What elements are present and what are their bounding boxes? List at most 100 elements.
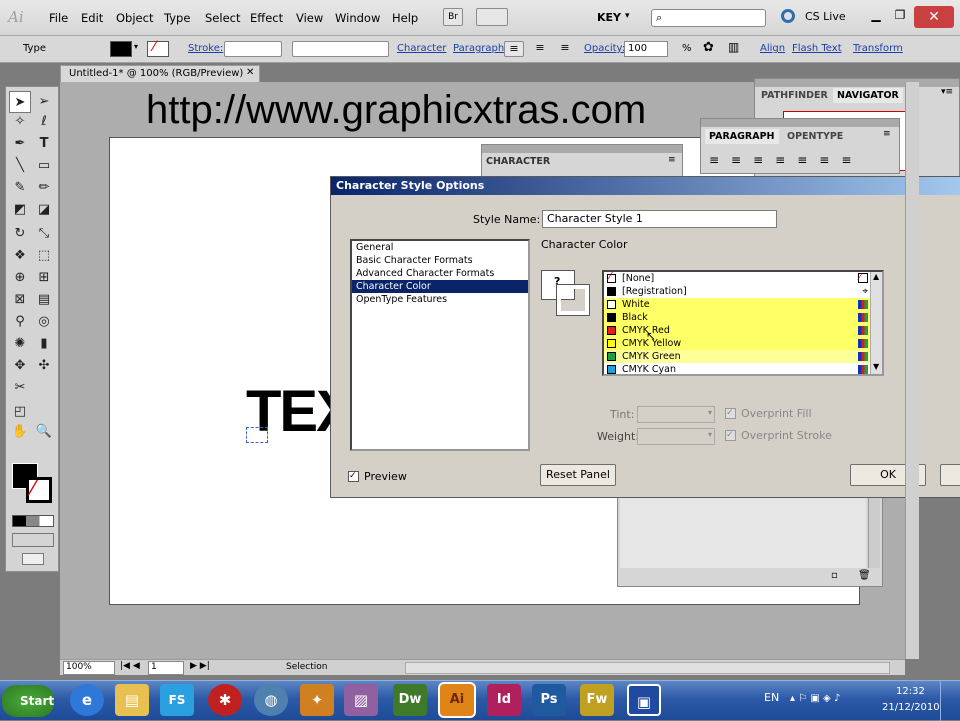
zoom-input[interactable]: 100% xyxy=(63,661,115,675)
swatch-item[interactable]: [Registration] ⌖ xyxy=(604,285,882,298)
menu-help[interactable]: Help xyxy=(392,11,418,25)
menu-effect[interactable]: Effect xyxy=(250,11,283,25)
tab-opentype[interactable]: OPENTYPE xyxy=(787,131,843,142)
app-fs-icon[interactable]: FS xyxy=(160,684,194,716)
category-advanced-character-formats[interactable]: Advanced Character Formats xyxy=(352,267,528,280)
stroke-swatch[interactable]: ⁄ xyxy=(147,39,169,57)
photo-viewer-icon[interactable]: ▨ xyxy=(344,684,378,716)
start-button[interactable]: Start xyxy=(2,685,54,717)
clock-time[interactable]: 12:32 xyxy=(896,686,925,697)
scroll-up-icon[interactable]: ▲ xyxy=(873,272,879,281)
paragraph-align-buttons[interactable]: ≡≡≡≡≡≡≡ xyxy=(709,153,897,169)
tint-input[interactable]: ▾ xyxy=(637,406,715,423)
close-icon[interactable]: ✕ xyxy=(246,67,254,78)
symbol-sprayer-tool-icon[interactable]: ✺ xyxy=(9,333,31,355)
photoshop-icon[interactable]: Ps xyxy=(532,684,566,716)
opacity-input[interactable]: 100 xyxy=(624,41,668,57)
tab-paragraph[interactable]: PARAGRAPH xyxy=(705,129,779,144)
menu-select[interactable]: Select xyxy=(205,11,240,25)
panel-drag-bar[interactable] xyxy=(482,145,682,153)
blob-brush-tool-icon[interactable]: ◩ xyxy=(9,199,31,221)
panel-drag-bar[interactable] xyxy=(755,79,959,87)
language-indicator[interactable]: EN xyxy=(764,691,779,704)
category-general[interactable]: General xyxy=(352,241,528,254)
tab-character[interactable]: CHARACTER xyxy=(486,156,550,167)
swatch-list-scrollbar[interactable]: ▲ ▼ xyxy=(870,272,882,374)
selection-tool-icon[interactable]: ➤ xyxy=(9,91,31,113)
variable-width-select[interactable] xyxy=(292,41,389,57)
swatch-item[interactable]: ⁄ [None] ⁄ xyxy=(604,270,882,285)
horizontal-scrollbar[interactable] xyxy=(405,662,890,674)
perspective-grid-tool-icon[interactable]: ⊞ xyxy=(33,267,55,289)
stroke-link[interactable]: Stroke: xyxy=(188,43,223,54)
chevron-down-icon[interactable]: ▾ xyxy=(134,42,138,51)
cancel-button[interactable] xyxy=(940,464,960,486)
category-character-color[interactable]: Character Color xyxy=(352,280,528,293)
direct-selection-tool-icon[interactable]: ➢ xyxy=(33,91,55,113)
transform-link[interactable]: Transform xyxy=(853,43,903,54)
menu-file[interactable]: File xyxy=(49,11,68,25)
pencil-tool-icon[interactable]: ✏ xyxy=(33,177,55,199)
free-transform-tool-icon[interactable]: ⬚ xyxy=(33,245,55,267)
blend-tool-icon[interactable]: ◎ xyxy=(33,311,55,333)
pen-tool-icon[interactable]: ✒ xyxy=(9,133,31,155)
swatch-item[interactable]: CMYK Cyan xyxy=(604,363,882,376)
lasso-tool-icon[interactable]: ℓ xyxy=(33,111,55,133)
file-explorer-icon[interactable]: ▤ xyxy=(115,684,149,716)
fill-swatch[interactable] xyxy=(110,41,132,57)
category-basic-character-formats[interactable]: Basic Character Formats xyxy=(352,254,528,267)
menu-edit[interactable]: Edit xyxy=(81,11,103,25)
swatches-area[interactable] xyxy=(620,498,866,568)
chevron-down-icon[interactable]: ▾ xyxy=(625,11,630,21)
flash-text-link[interactable]: Flash Text xyxy=(792,43,842,54)
overprint-fill-checkbox[interactable]: ✓ xyxy=(725,408,736,419)
warp-tool-icon[interactable]: ❖ xyxy=(9,245,31,267)
close-button[interactable]: ✕ xyxy=(914,6,954,28)
network-globe-icon[interactable]: ◍ xyxy=(254,684,288,716)
color-mode-icons[interactable] xyxy=(12,515,54,527)
magic-wand-tool-icon[interactable]: ✧ xyxy=(9,111,31,133)
new-swatch-icon[interactable]: ▫ xyxy=(831,570,838,581)
scale-tool-icon[interactable]: ⤡ xyxy=(33,223,55,245)
column-graph-tool-icon[interactable]: ▮ xyxy=(33,333,55,355)
stroke-color-icon[interactable]: ⁄ xyxy=(26,476,52,503)
type-tool-icon[interactable]: T xyxy=(33,133,55,155)
swatch-item[interactable]: Black xyxy=(604,311,882,324)
menu-window[interactable]: Window xyxy=(335,11,380,25)
workspace-switcher[interactable]: KEY xyxy=(597,11,621,24)
fireworks-icon[interactable]: Fw xyxy=(580,684,614,716)
preview-checkbox[interactable]: ✓ xyxy=(348,471,359,482)
weight-input[interactable]: ▾ xyxy=(637,428,715,445)
scissors-tool-icon[interactable]: ✂ xyxy=(9,377,31,399)
rotate-tool-icon[interactable]: ↻ xyxy=(9,223,31,245)
dreamweaver-icon[interactable]: Dw xyxy=(393,684,427,716)
rectangle-tool-icon[interactable]: ▭ xyxy=(33,155,55,177)
scroll-down-icon[interactable]: ▼ xyxy=(873,362,879,371)
stroke-weight-input[interactable] xyxy=(224,41,282,57)
menu-type[interactable]: Type xyxy=(164,11,190,25)
align-right-icon[interactable]: ≡ xyxy=(555,41,575,57)
gradient-tool-icon[interactable]: ▤ xyxy=(33,289,55,311)
panel-menu-icon[interactable]: ≡ xyxy=(668,155,676,165)
tab-pathfinder[interactable]: PATHFINDER xyxy=(761,90,828,101)
next-page-icon[interactable]: ▶ ▶| xyxy=(190,661,210,671)
minimize-button[interactable]: ▁ xyxy=(866,8,886,26)
vertical-scrollbar[interactable] xyxy=(905,82,919,659)
reset-panel-button[interactable]: Reset Panel xyxy=(540,464,616,486)
stroke-color-proxy[interactable] xyxy=(556,284,590,316)
paragraph-link[interactable]: Paragraph: xyxy=(453,43,508,54)
align-left-icon[interactable]: ≡ xyxy=(504,41,524,57)
swatch-item[interactable]: White xyxy=(604,298,882,311)
artboard-tool-icon[interactable]: ✥ xyxy=(9,355,31,377)
selection-handles[interactable] xyxy=(246,427,268,443)
page-input[interactable]: 1 xyxy=(148,661,184,675)
opacity-link[interactable]: Opacity: xyxy=(584,43,625,54)
first-page-icon[interactable]: |◀ ◀ xyxy=(120,661,140,671)
eraser-tool-icon[interactable]: ◪ xyxy=(33,199,55,221)
overprint-stroke-checkbox[interactable]: ✓ xyxy=(725,430,736,441)
draw-normal-icon[interactable]: ◰ xyxy=(9,401,31,423)
mesh-tool-icon[interactable]: ⊠ xyxy=(9,289,31,311)
illustrator-icon[interactable]: Ai xyxy=(438,682,476,718)
category-opentype-features[interactable]: OpenType Features xyxy=(352,293,528,306)
swatch-item[interactable]: CMYK Green xyxy=(604,350,882,363)
